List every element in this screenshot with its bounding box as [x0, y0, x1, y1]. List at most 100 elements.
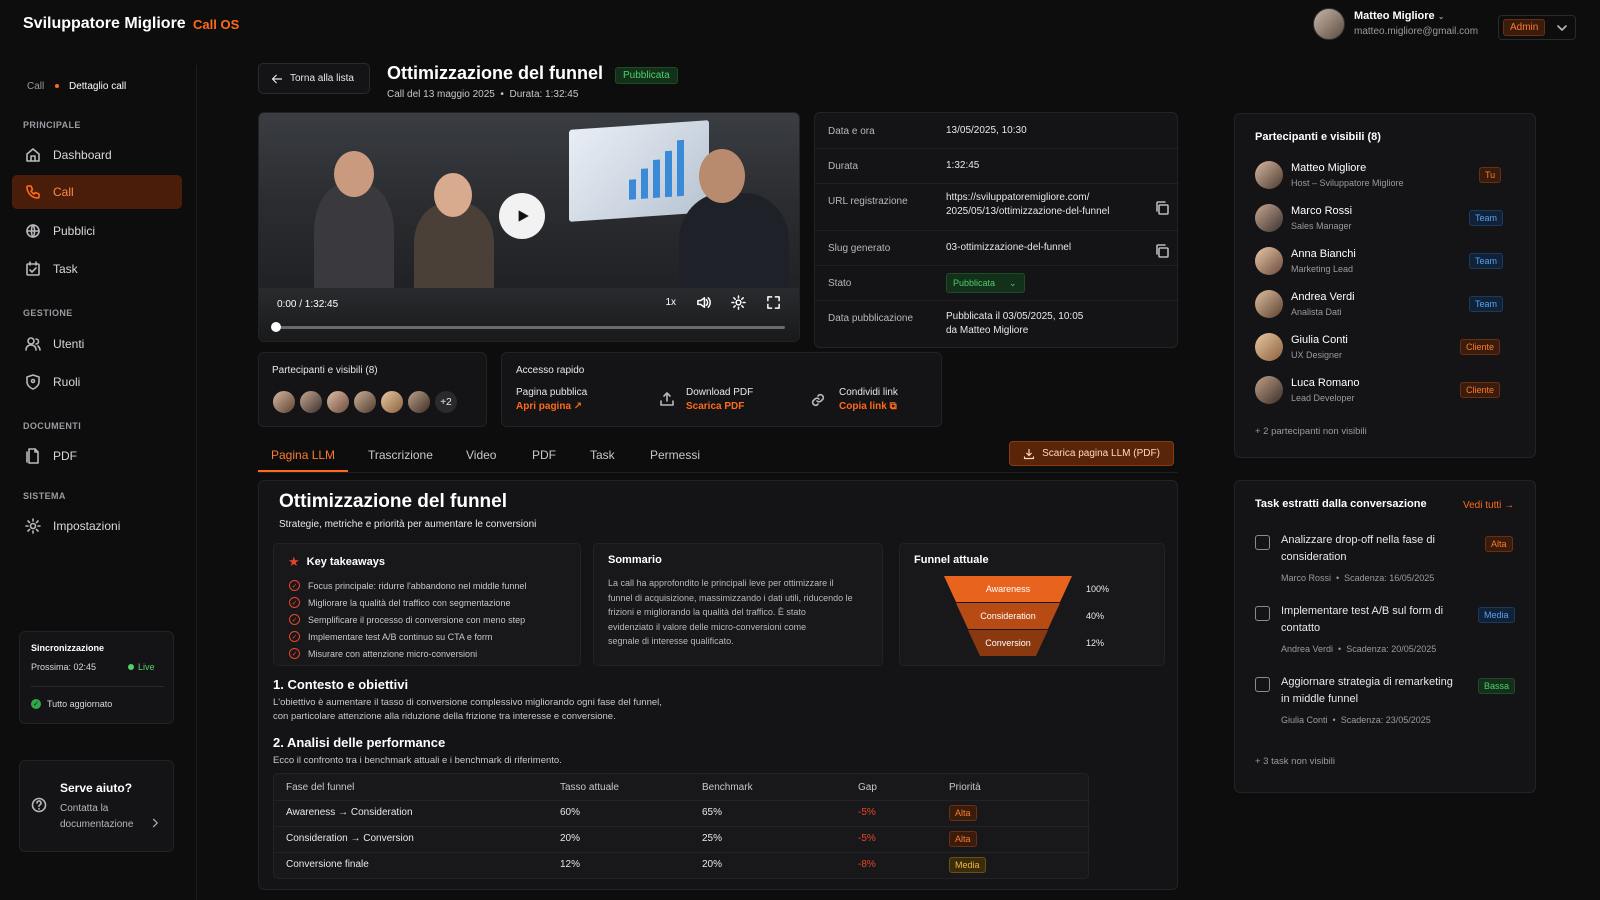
tasks-panel: Task estratti dalla conversazione Vedi t… — [1234, 480, 1536, 793]
sync-next: Prossima: 02:45 — [31, 662, 97, 672]
check-circle-icon: ✓ — [289, 614, 300, 625]
table-cell: 25% — [702, 833, 723, 844]
video-progress[interactable] — [275, 326, 785, 329]
funnel-stage-value: 100% — [1086, 584, 1110, 594]
user-avatar[interactable] — [1313, 8, 1345, 40]
help-text-1: Contatta la — [60, 803, 109, 814]
detail-row: URL registrazione https://sviluppatoremi… — [815, 184, 1179, 231]
call-details-card: Data e ora 13/05/2025, 10:30 Durata 1:32… — [814, 112, 1179, 348]
sync-divider — [31, 686, 164, 687]
funnel-chart: Awareness 100% Consideration 40% Conversion 1… — [944, 576, 1154, 660]
task-checkbox[interactable] — [1255, 535, 1270, 550]
task-checkbox[interactable] — [1255, 677, 1270, 692]
participants-panel-title: Partecipanti e visibili (8) — [1255, 131, 1381, 143]
nav-task[interactable]: Task — [12, 252, 182, 286]
quick-access-card: Accesso rapido Pagina pubblica Apri pagi… — [501, 352, 942, 427]
external-link-icon: ↗ — [573, 401, 583, 412]
task-priority-badge: Alta — [1485, 536, 1513, 552]
help-circle-icon — [31, 797, 47, 813]
avatar — [379, 389, 405, 415]
live-dot-icon — [128, 664, 134, 670]
status-select[interactable]: Pubblicata ⌄ — [946, 273, 1025, 293]
table-header: Fase del funnel — [286, 782, 355, 793]
volume-icon[interactable] — [696, 295, 711, 310]
avatar — [298, 389, 324, 415]
globe-icon — [26, 224, 40, 238]
participants-summary-card[interactable]: Partecipanti e visibili (8) +2 — [258, 352, 487, 427]
tab-pdf[interactable]: PDF — [532, 448, 556, 462]
nav-impostazioni[interactable]: Impostazioni — [12, 509, 182, 543]
arrow-right-icon: → — [1504, 500, 1515, 511]
avatar — [1255, 247, 1283, 275]
play-button[interactable] — [499, 193, 545, 239]
task-checkbox[interactable] — [1255, 606, 1270, 621]
see-all-tasks-link[interactable]: Vedi tutti → — [1463, 500, 1514, 511]
tab-task[interactable]: Task — [590, 448, 615, 462]
priority-badge: Alta — [949, 831, 977, 847]
participant-role: Marketing Lead — [1291, 264, 1354, 274]
tab-video[interactable]: Video — [466, 448, 496, 462]
video-player[interactable]: 0:00 / 1:32:45 1x — [258, 112, 800, 342]
copy-icon[interactable] — [1154, 243, 1170, 259]
phone-icon — [26, 185, 40, 199]
video-screen-graphic — [569, 120, 709, 222]
tab-permessi[interactable]: Permessi — [650, 448, 700, 462]
table-cell: 12% — [560, 859, 581, 870]
settings-icon[interactable] — [731, 295, 746, 310]
takeaway-item: ✓ Migliorare la qualità del traffico con … — [289, 597, 510, 608]
participant-role: Host – Sviluppatore Migliore — [1291, 178, 1404, 188]
chevron-right-icon — [152, 818, 158, 828]
quick-share-link[interactable]: Condividi link Copia link ⧉ — [839, 387, 898, 412]
quick-public-page[interactable]: Pagina pubblica Apri pagina ↗ — [516, 387, 587, 412]
tab-trascrizione[interactable]: Trascrizione — [368, 448, 433, 462]
sync-live: Live — [128, 662, 155, 672]
nav-pubblici[interactable]: Pubblici — [12, 214, 182, 248]
nav-pdf[interactable]: PDF — [12, 439, 182, 473]
more-participants-link[interactable]: + 2 partecipanti non visibili — [1255, 426, 1367, 437]
help-title: Serve aiuto? — [60, 781, 133, 795]
tab-pagina-llm[interactable]: Pagina LLM — [271, 448, 335, 462]
document-icon — [26, 448, 39, 464]
more-participants-count[interactable]: +2 — [433, 389, 459, 415]
nav-call[interactable]: Call — [12, 175, 182, 209]
nav-utenti[interactable]: Utenti — [12, 327, 182, 361]
avatar — [325, 389, 351, 415]
table-cell-gap: -5% — [858, 807, 876, 818]
app-name: Call OS — [193, 17, 240, 32]
avatar — [1255, 333, 1283, 361]
check-circle-icon: ✓ — [289, 597, 300, 608]
nav-ruoli[interactable]: Ruoli — [12, 365, 182, 399]
users-icon — [25, 337, 41, 351]
avatar — [352, 389, 378, 415]
funnel-stage-value: 40% — [1086, 611, 1105, 621]
participant-tag: Team — [1469, 296, 1504, 312]
section-title-sistema: SISTEMA — [23, 491, 66, 501]
quick-download-pdf[interactable]: Download PDF Scarica PDF — [686, 387, 753, 412]
performance-table: Fase del funnel Tasso attuale Benchmark … — [273, 773, 1090, 879]
sidebar-divider — [196, 65, 197, 900]
fullscreen-icon[interactable] — [766, 295, 781, 310]
funnel-card: Funnel attuale Awareness 100% Consideratio… — [899, 543, 1165, 666]
key-takeaways-card: ★ Key takeaways ✓ Focus principale: ridurr… — [273, 543, 581, 666]
more-tasks-link[interactable]: + 3 task non visibili — [1255, 756, 1335, 767]
check-circle-icon: ✓ — [31, 699, 41, 709]
help-card[interactable]: Serve aiuto? Contatta la documentazione — [19, 760, 174, 852]
sync-status: ✓ Tutto aggiornato — [31, 699, 112, 709]
user-name[interactable]: Matteo Migliore ⌄ — [1354, 10, 1444, 22]
download-llm-pdf-button[interactable]: Scarica pagina LLM (PDF) — [1009, 441, 1174, 466]
avatar — [1255, 204, 1283, 232]
back-to-list-button[interactable]: Torna alla lista — [258, 63, 370, 94]
copy-icon: ⧉ — [889, 401, 897, 412]
detail-row: Data e ora 13/05/2025, 10:30 — [815, 113, 1179, 149]
video-scrubber[interactable] — [271, 322, 281, 332]
table-cell: 20% — [702, 859, 723, 870]
takeaway-item: ✓ Misurare con attenzione micro-conversio… — [289, 648, 477, 659]
playback-speed[interactable]: 1x — [665, 297, 676, 308]
home-icon — [26, 148, 40, 162]
nav-dashboard[interactable]: Dashboard — [12, 138, 182, 172]
participant-name: Giulia Conti — [1291, 334, 1348, 346]
detail-row: Stato Pubblicata ⌄ — [815, 266, 1179, 301]
breadcrumb-root[interactable]: Call — [27, 81, 44, 92]
avatar — [271, 389, 297, 415]
copy-icon[interactable] — [1154, 200, 1170, 216]
